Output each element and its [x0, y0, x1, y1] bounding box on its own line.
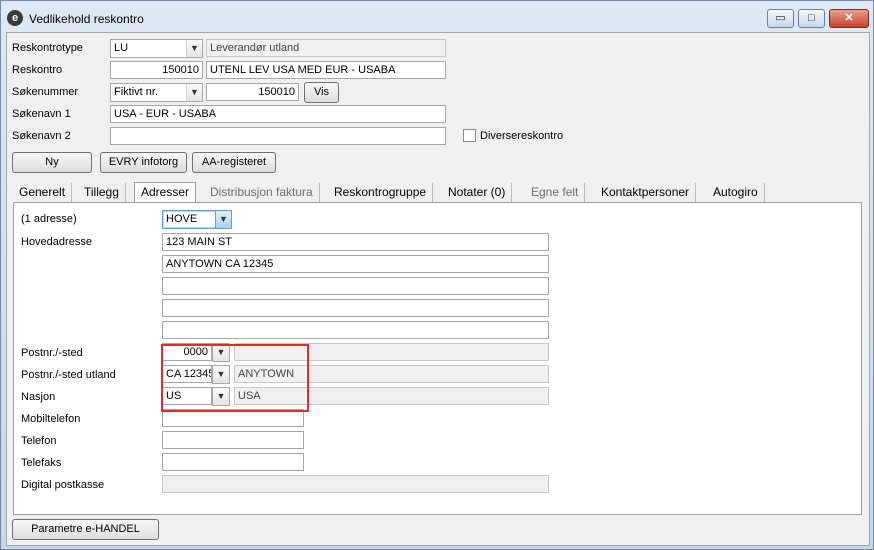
ny-button[interactable]: Ny [12, 152, 92, 173]
postnr-sted-utland-label: Postnr./-sted utland [21, 369, 116, 381]
reskontrotype-label: Reskontrotype [12, 42, 83, 54]
parametre-ehandel-button[interactable]: Parametre e-HANDEL [12, 519, 159, 540]
adresser-panel: (1 adresse) HOVE ▼ Hovedadresse 123 MAIN … [13, 202, 862, 515]
main-window: e Vedlikehold reskontro ▭ □ ✕ Reskontrot… [0, 0, 874, 550]
sokenummer-input[interactable]: 150010 [206, 83, 299, 101]
diversereskontro-label: Diversereskontro [480, 130, 564, 142]
postnr-sted-label: Postnr./-sted [21, 347, 83, 359]
tab-generelt[interactable]: Generelt [13, 183, 73, 202]
reskontro-name-input[interactable]: UTENL LEV USA MED EUR - USABA [206, 61, 446, 79]
address-count-label: (1 adresse) [21, 213, 77, 225]
close-button[interactable]: ✕ [829, 9, 869, 28]
telefon-label: Telefon [21, 435, 57, 447]
tab-reskontrogruppe[interactable]: Reskontrogruppe [328, 183, 434, 202]
reskontro-label: Reskontro [12, 64, 63, 76]
reskontrotype-select[interactable]: LU ▼ [110, 39, 203, 58]
diversereskontro-checkbox[interactable] [463, 129, 476, 142]
telefaks-input[interactable] [162, 453, 304, 471]
minimize-button[interactable]: ▭ [767, 9, 794, 28]
tab-kontaktpersoner[interactable]: Kontaktpersoner [595, 183, 697, 202]
tab-notater[interactable]: Notater (0) [442, 183, 513, 202]
address-type-select[interactable]: HOVE ▼ [162, 210, 232, 229]
digital-postkasse-label: Digital postkasse [21, 479, 105, 491]
address-line-5-input[interactable] [162, 321, 549, 339]
chevron-down-icon[interactable]: ▼ [215, 211, 231, 228]
reskontro-number-input[interactable]: 150010 [110, 61, 203, 79]
nasjon-label: Nasjon [21, 391, 56, 403]
chevron-down-icon[interactable]: ▼ [186, 40, 202, 57]
sokenavn1-input[interactable]: USA - EUR - USABA [110, 105, 446, 123]
telefaks-label: Telefaks [21, 457, 62, 469]
e-logo-icon: e [7, 10, 23, 26]
tab-autogiro[interactable]: Autogiro [707, 183, 765, 202]
chevron-down-icon[interactable]: ▼ [186, 84, 202, 101]
evry-infotorg-button[interactable]: EVRY infotorg [100, 152, 187, 173]
address-line-4-input[interactable] [162, 299, 549, 317]
highlight-box [161, 344, 309, 412]
tab-distribusjon-faktura[interactable]: Distribusjon faktura [204, 183, 320, 202]
sokenavn1-label: Søkenavn 1 [12, 108, 71, 120]
tab-egne-felt[interactable]: Egne felt [525, 183, 586, 202]
window-title: Vedlikehold reskontro [29, 12, 144, 26]
maximize-button[interactable]: □ [798, 9, 825, 28]
address-line-1-input[interactable]: 123 MAIN ST [162, 233, 549, 251]
address-line-3-input[interactable] [162, 277, 549, 295]
client-area: Reskontrotype LU ▼ Leverandør utland Resk… [6, 32, 870, 546]
tab-adresser[interactable]: Adresser [134, 182, 197, 202]
aa-registeret-button[interactable]: AA-registeret [192, 152, 276, 173]
digital-postkasse-field [162, 475, 549, 493]
mobiltelefon-label: Mobiltelefon [21, 413, 81, 425]
vis-button[interactable]: Vis [304, 82, 339, 103]
sokenummer-label: Søkenummer [12, 86, 79, 98]
reskontrotype-description: Leverandør utland [206, 39, 446, 57]
tab-bar: Generelt Tillegg Adresser Distribusjon f… [13, 182, 861, 202]
address-line-2-input[interactable]: ANYTOWN CA 12345 [162, 255, 549, 273]
sokenavn2-label: Søkenavn 2 [12, 130, 71, 142]
tab-tillegg[interactable]: Tillegg [78, 183, 126, 202]
title-bar[interactable]: e Vedlikehold reskontro ▭ □ ✕ [1, 1, 873, 31]
sokenavn2-input[interactable] [110, 127, 446, 145]
sokenummer-type-select[interactable]: Fiktivt nr. ▼ [110, 83, 203, 102]
hovedadresse-label: Hovedadresse [21, 236, 92, 248]
telefon-input[interactable] [162, 431, 304, 449]
